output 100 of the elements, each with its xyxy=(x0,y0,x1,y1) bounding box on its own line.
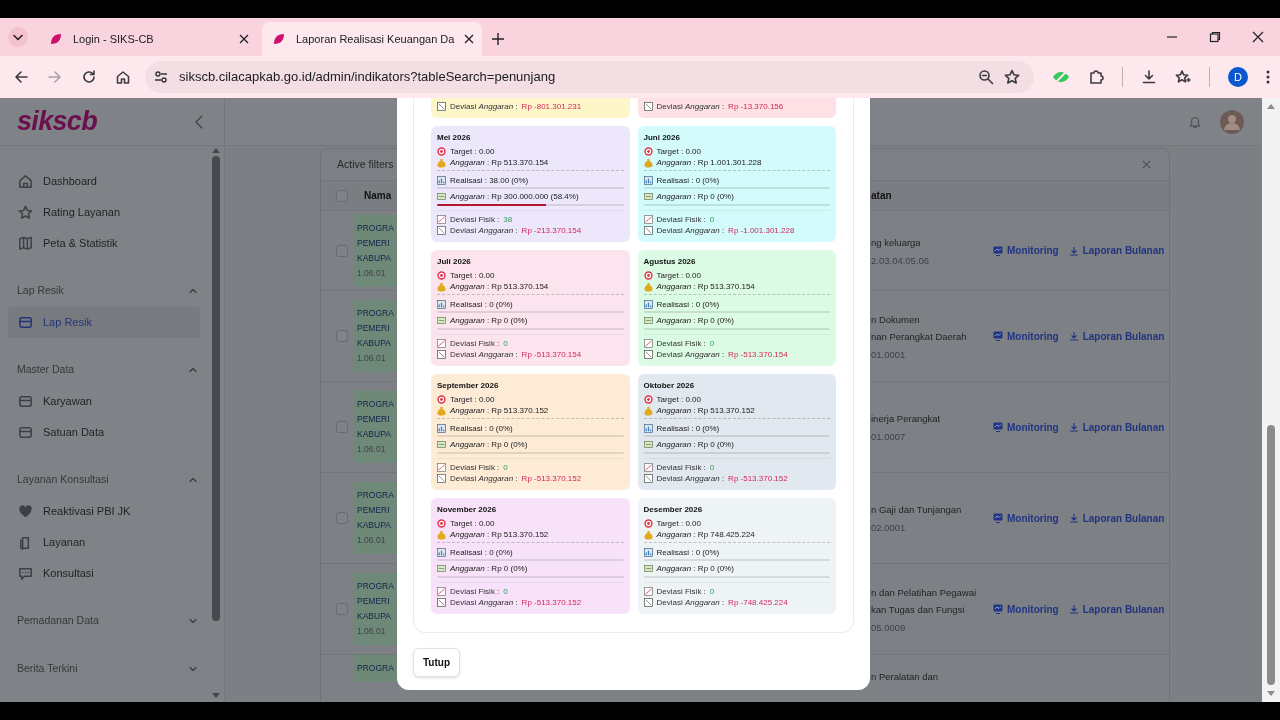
money-bag-icon xyxy=(437,157,446,168)
back-icon[interactable] xyxy=(13,69,29,85)
table-cell-text: 2.03.04.05.06 xyxy=(871,253,931,268)
deviation-label: Deviasi Anggaran : xyxy=(656,101,725,112)
column-header[interactable]: atan xyxy=(871,188,1171,203)
sidebar-group-header[interactable]: Lap Resik xyxy=(0,275,208,307)
action-link[interactable]: Monitoring xyxy=(993,243,1059,258)
deviation-label: Deviasi Fisik : xyxy=(656,338,706,349)
zoom-icon[interactable] xyxy=(978,69,995,85)
deviation-label: Deviasi Fisik : xyxy=(656,214,706,225)
restore-icon[interactable] xyxy=(1209,31,1221,43)
menu-icon[interactable] xyxy=(1266,69,1270,85)
cash-icon xyxy=(643,441,653,448)
sidebar-group-header[interactable]: Pemadanan Data xyxy=(0,605,208,637)
favorites-icon[interactable] xyxy=(1175,69,1192,85)
close-icon[interactable] xyxy=(464,34,475,44)
action-link[interactable]: Laporan Bulanan xyxy=(1068,243,1165,258)
deviation-value: 38 xyxy=(503,214,513,225)
target-text: Target : 0.00 xyxy=(450,270,495,281)
target-icon xyxy=(437,271,446,280)
logo[interactable]: sikscb xyxy=(17,108,97,135)
sidebar-item[interactable]: Karyawan xyxy=(8,386,200,417)
sidebar-item[interactable]: Dashboard xyxy=(8,166,200,197)
home-icon[interactable] xyxy=(115,69,131,85)
document-icon xyxy=(437,102,446,111)
budget-text: Anggaran : Rp 513.370.152 xyxy=(450,529,549,540)
table-cell-text: 02.0001 xyxy=(871,521,907,535)
page-scrollbar[interactable] xyxy=(1262,98,1280,702)
sidebar-group-header[interactable]: Master Data xyxy=(0,354,208,386)
deviation-value: Rp -513.370.152 xyxy=(728,473,788,484)
sidebar-item[interactable]: Rating Layanan xyxy=(8,197,200,228)
sidebar-item[interactable]: Peta & Statistik xyxy=(8,228,200,259)
tab-list-icon[interactable] xyxy=(7,26,29,48)
download-icon[interactable] xyxy=(1141,69,1158,85)
address-bar[interactable]: sikscb.cilacapkab.go.id/admin/indikators?tableSearch=penunjang xyxy=(145,61,1035,93)
cash-icon xyxy=(643,565,653,572)
action-link[interactable]: Laporan Bulanan xyxy=(1068,419,1165,435)
close-button[interactable]: Tutup xyxy=(413,648,461,677)
action-link[interactable]: Laporan Bulanan xyxy=(1068,601,1165,617)
table-cell: PROGRA PEMERI KABUPA 1.06.01 xyxy=(353,214,398,287)
puzzle-icon[interactable] xyxy=(1088,69,1105,85)
realization-text: Realisasi : 0 (0%) xyxy=(450,299,513,310)
deviation-value: Rp -213.370.154 xyxy=(521,225,582,236)
card-title: September 2026 xyxy=(437,380,500,391)
action-link[interactable]: Monitoring xyxy=(993,419,1059,435)
target-text: Target : 0.00 xyxy=(656,146,701,157)
collapse-icon[interactable] xyxy=(194,114,204,129)
action-link[interactable]: Laporan Bulanan xyxy=(1068,328,1165,344)
table-cell-text: n Peralatan dan xyxy=(871,670,940,684)
deviation-label: Deviasi Fisik : xyxy=(656,462,706,473)
realization-text: Realisasi : 0 (0%) xyxy=(656,423,720,434)
new-tab-icon[interactable] xyxy=(492,33,504,45)
action-link[interactable]: Monitoring xyxy=(993,510,1059,526)
browser-tab[interactable]: Laporan Realisasi Keuangan Da xyxy=(262,22,482,56)
sidebar-item[interactable]: Reaktivasi PBI JK xyxy=(8,496,200,527)
map-icon xyxy=(18,236,33,251)
download-icon xyxy=(1068,331,1079,341)
column-header[interactable]: Nama xyxy=(353,188,398,203)
deviation-value: Rp -801.301.231 xyxy=(521,101,582,112)
sidebar-item[interactable]: Lap Resik xyxy=(8,307,200,338)
target-icon xyxy=(437,395,446,404)
action-link[interactable]: Monitoring xyxy=(993,601,1059,617)
deviation-value: 0 xyxy=(709,586,715,597)
money-bag-icon xyxy=(643,405,653,416)
cash-icon xyxy=(437,317,446,324)
money-bag-icon xyxy=(643,281,653,292)
sidebar-group-header[interactable]: Berita Terkini xyxy=(0,653,208,685)
star-icon[interactable] xyxy=(1004,69,1021,85)
bar-chart-icon xyxy=(643,424,653,433)
budget-text: Anggaran : Rp 513.370.152 xyxy=(656,405,755,416)
table-cell: PROGRA PEMERI KABUPA 1.06.01 xyxy=(353,391,398,463)
bar-chart-icon xyxy=(643,300,653,309)
profile-avatar[interactable]: D xyxy=(1228,67,1248,87)
scrollbar[interactable] xyxy=(211,148,220,698)
deviation-label: Deviasi Anggaran : xyxy=(656,597,725,608)
action-link[interactable]: Monitoring xyxy=(993,328,1059,344)
action-link[interactable]: Laporan Bulanan xyxy=(1068,510,1165,526)
document-icon xyxy=(437,350,446,359)
close-icon[interactable] xyxy=(239,34,249,44)
deviation-label: Deviasi Anggaran : xyxy=(450,473,518,484)
line-chart-icon xyxy=(437,339,446,348)
spending-text: Anggaran : Rp 0 (0%) xyxy=(450,563,528,574)
reload-icon[interactable] xyxy=(81,69,97,85)
spending-text: Anggaran : Rp 0 (0%) xyxy=(656,439,734,450)
site-settings-icon[interactable] xyxy=(153,69,169,85)
table-cell-text: ng keluarga xyxy=(871,235,922,250)
sidebar-item[interactable]: Satuan Data xyxy=(8,417,200,448)
sidebar-item[interactable]: Layanan xyxy=(8,527,200,558)
sidebar-item[interactable]: Konsultasi xyxy=(8,558,200,589)
star-icon xyxy=(18,205,33,220)
home-icon xyxy=(18,174,33,189)
sidebar-group-header[interactable]: Layanan Konsultasi xyxy=(0,464,208,496)
document-icon xyxy=(437,598,446,607)
money-bag-icon xyxy=(643,157,653,168)
table-cell: PROGRA PEMERI KABUPA 1.06.01 xyxy=(353,573,398,645)
target-text: Target : 0.00 xyxy=(656,394,701,405)
close-icon[interactable] xyxy=(1252,31,1264,43)
realization-text: Realisasi : 0 (0%) xyxy=(656,175,720,186)
spending-text: Anggaran : Rp 0 (0%) xyxy=(450,315,528,326)
table-cell-text: 01.0007 xyxy=(871,430,907,444)
